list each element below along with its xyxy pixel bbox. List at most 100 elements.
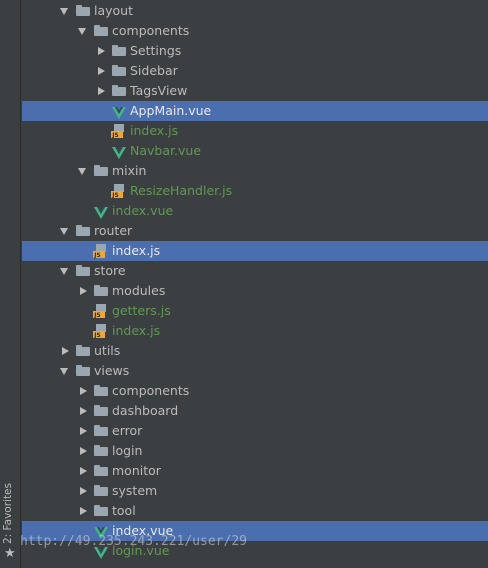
folder-icon bbox=[112, 45, 126, 56]
tree-row-label: Settings bbox=[130, 43, 182, 58]
tree-row-label: utils bbox=[94, 343, 121, 358]
tree-row-label: Navbar.vue bbox=[130, 143, 201, 158]
expand-arrow-closed-icon[interactable] bbox=[94, 61, 106, 81]
tree-row-label: modules bbox=[112, 283, 166, 298]
expand-arrow-open-icon[interactable] bbox=[76, 161, 88, 181]
tree-row-views[interactable]: views bbox=[22, 361, 488, 381]
tree-row-index-vue[interactable]: index.vue bbox=[22, 521, 488, 541]
svg-text:JS: JS bbox=[93, 252, 101, 259]
folder-icon bbox=[76, 345, 90, 356]
expand-arrow-open-icon[interactable] bbox=[76, 21, 88, 41]
expand-arrow-open-icon[interactable] bbox=[58, 261, 70, 281]
tree-row-label: views bbox=[94, 363, 130, 378]
tree-row-tool[interactable]: tool bbox=[22, 501, 488, 521]
tree-row-index-js[interactable]: JS index.js bbox=[22, 121, 488, 141]
tree-row-layout[interactable]: layout bbox=[22, 1, 488, 21]
expand-arrow-closed-icon[interactable] bbox=[76, 421, 88, 441]
tree-row-label: index.js bbox=[112, 243, 161, 258]
tree-row-label: mixin bbox=[112, 163, 147, 178]
js-file-icon: JS bbox=[111, 124, 126, 139]
tree-row-label: tool bbox=[112, 503, 136, 518]
folder-icon bbox=[94, 425, 108, 436]
folder-icon bbox=[94, 285, 108, 296]
tree-row-index-js[interactable]: JS index.js bbox=[22, 321, 488, 341]
project-tree: layout components Settings Sidebar TagsView A… bbox=[22, 0, 488, 568]
expand-arrow-open-icon[interactable] bbox=[58, 361, 70, 381]
tree-row-label: TagsView bbox=[130, 83, 188, 98]
tree-row-appmain-vue[interactable]: AppMain.vue bbox=[22, 101, 488, 121]
tree-row-index-js[interactable]: JS index.js bbox=[22, 241, 488, 261]
tree-row-components[interactable]: components bbox=[22, 21, 488, 41]
tree-row-router[interactable]: router bbox=[22, 221, 488, 241]
tree-row-error[interactable]: error bbox=[22, 421, 488, 441]
tree-row-label: monitor bbox=[112, 463, 161, 478]
tree-row-store[interactable]: store bbox=[22, 261, 488, 281]
folder-icon bbox=[76, 5, 90, 16]
js-file-icon: JS bbox=[93, 244, 108, 259]
vue-file-icon bbox=[94, 545, 108, 559]
tree-row-sidebar[interactable]: Sidebar bbox=[22, 61, 488, 81]
tree-row-label: layout bbox=[94, 3, 134, 18]
tree-row-label: error bbox=[112, 423, 143, 438]
tree-row-login[interactable]: login bbox=[22, 441, 488, 461]
tree-row-login-vue[interactable]: login.vue bbox=[22, 541, 488, 561]
favorites-tab-label[interactable]: 2: Favorites bbox=[2, 483, 14, 544]
folder-icon bbox=[94, 165, 108, 176]
expand-arrow-closed-icon[interactable] bbox=[76, 461, 88, 481]
js-file-icon: JS bbox=[93, 324, 108, 339]
expand-arrow-closed-icon[interactable] bbox=[94, 41, 106, 61]
folder-icon bbox=[94, 465, 108, 476]
tree-row-label: index.js bbox=[130, 123, 179, 138]
tree-row-label: getters.js bbox=[112, 303, 171, 318]
expand-arrow-closed-icon[interactable] bbox=[76, 401, 88, 421]
tree-row-getters-js[interactable]: JS getters.js bbox=[22, 301, 488, 321]
tree-row-label: index.vue bbox=[112, 203, 174, 218]
tree-row-index-vue[interactable]: index.vue bbox=[22, 201, 488, 221]
vue-file-icon bbox=[112, 105, 126, 119]
expand-arrow-closed-icon[interactable] bbox=[76, 281, 88, 301]
tree-row-settings[interactable]: Settings bbox=[22, 41, 488, 61]
expand-arrow-open-icon[interactable] bbox=[58, 221, 70, 241]
tree-row-label: system bbox=[112, 483, 158, 498]
tree-row-navbar-vue[interactable]: Navbar.vue bbox=[22, 141, 488, 161]
folder-icon bbox=[94, 385, 108, 396]
tree-row-label: Sidebar bbox=[130, 63, 178, 78]
folder-icon bbox=[112, 65, 126, 76]
js-file-icon: JS bbox=[93, 304, 108, 319]
favorites-tool-strip: 2: Favorites ★ bbox=[0, 0, 21, 568]
expand-arrow-closed-icon[interactable] bbox=[94, 81, 106, 101]
tree-row-label: ResizeHandler.js bbox=[130, 183, 233, 198]
expand-arrow-closed-icon[interactable] bbox=[76, 501, 88, 521]
tree-row-system[interactable]: system bbox=[22, 481, 488, 501]
tree-row-label: components bbox=[112, 383, 190, 398]
js-file-icon: JS bbox=[111, 184, 126, 199]
tree-row-mixin[interactable]: mixin bbox=[22, 161, 488, 181]
tree-row-modules[interactable]: modules bbox=[22, 281, 488, 301]
vue-file-icon bbox=[94, 205, 108, 219]
folder-icon bbox=[94, 445, 108, 456]
tree-row-dashboard[interactable]: dashboard bbox=[22, 401, 488, 421]
svg-text:JS: JS bbox=[93, 312, 101, 319]
folder-icon bbox=[76, 265, 90, 276]
folder-icon bbox=[76, 225, 90, 236]
tree-row-resizehandler-js[interactable]: JS ResizeHandler.js bbox=[22, 181, 488, 201]
tree-row-tagsview[interactable]: TagsView bbox=[22, 81, 488, 101]
tree-row-label: login.vue bbox=[112, 543, 170, 558]
svg-text:JS: JS bbox=[111, 192, 119, 199]
expand-arrow-closed-icon[interactable] bbox=[76, 381, 88, 401]
tree-row-monitor[interactable]: monitor bbox=[22, 461, 488, 481]
expand-arrow-closed-icon[interactable] bbox=[76, 481, 88, 501]
vue-file-icon bbox=[94, 525, 108, 539]
svg-text:JS: JS bbox=[93, 332, 101, 339]
star-icon[interactable]: ★ bbox=[4, 547, 16, 561]
tree-row-label: dashboard bbox=[112, 403, 179, 418]
tree-row-label: store bbox=[94, 263, 126, 278]
expand-arrow-open-icon[interactable] bbox=[58, 1, 70, 21]
tree-row-components[interactable]: components bbox=[22, 381, 488, 401]
expand-arrow-closed-icon[interactable] bbox=[58, 341, 70, 361]
vue-file-icon bbox=[112, 145, 126, 159]
tree-row-label: router bbox=[94, 223, 133, 238]
expand-arrow-closed-icon[interactable] bbox=[76, 441, 88, 461]
tree-row-label: index.js bbox=[112, 323, 161, 338]
tree-row-utils[interactable]: utils bbox=[22, 341, 488, 361]
